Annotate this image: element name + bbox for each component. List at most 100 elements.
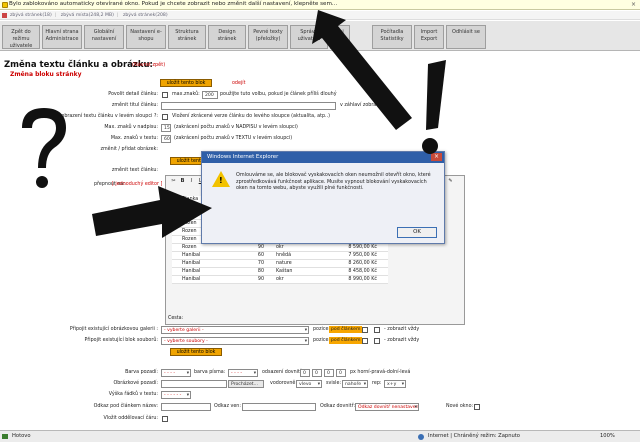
link-under-input[interactable] — [161, 403, 211, 411]
browse-button[interactable]: Procházet... — [228, 380, 264, 388]
max-text-input[interactable]: 60 — [161, 135, 171, 143]
done-icon — [2, 434, 8, 439]
gallery-pos-toggle[interactable] — [362, 327, 368, 333]
left-col-checkbox[interactable] — [162, 114, 168, 120]
admin-nav: Zpět do režimu uživatele Hlavní strana A… — [0, 21, 640, 51]
nav-global-settings[interactable]: Globální nastavení — [84, 25, 124, 49]
dialog-ok-button[interactable]: OK — [397, 227, 437, 238]
nav-user-management[interactable]: Správa uživatelů — [290, 25, 328, 49]
nav-fixed-texts[interactable]: Pevné texty (přeložky) — [248, 25, 288, 49]
popup-blocked-info-bar[interactable]: Bylo zablokováno automaticky otevírané o… — [0, 0, 640, 10]
table-cell: Hanibal — [182, 269, 201, 274]
nav-eshop-settings[interactable]: Nastavení e-shopu — [126, 25, 166, 49]
cut-icon[interactable]: ✂ — [170, 178, 177, 185]
padding-left-input[interactable]: 0 — [336, 369, 346, 377]
max-chars-input[interactable]: 200 — [202, 91, 218, 99]
rep-select[interactable]: x+y — [384, 380, 406, 388]
nav-counters-stats[interactable]: Počítadla Statistiky — [372, 25, 412, 49]
table-cell: Kaštan — [276, 269, 293, 274]
table-row: Hanibal 80 Kaštan 8 458,00 Kč — [172, 268, 388, 276]
file-label: Připojit existující blok souborů: — [84, 338, 158, 343]
detail-checkbox[interactable] — [162, 92, 168, 98]
file-select[interactable]: - vyberte soubory - — [161, 337, 309, 345]
bg-color-select[interactable]: - - - - — [161, 369, 191, 377]
file-always-checkbox[interactable] — [374, 338, 380, 344]
table-cell: okr — [276, 245, 284, 250]
ie-dialog: Windows Internet Explorer × ! Omlouváme … — [201, 151, 445, 244]
max-title-input[interactable]: 15 — [161, 124, 171, 132]
file-always-label: - zobrazit vždy — [384, 338, 420, 343]
zone-text[interactable]: Internet | Chráněný režim: Zapnuto — [428, 431, 520, 442]
link-url-label: Odkaz ven: — [214, 404, 241, 409]
nav-page-structure[interactable]: Struktura stránek — [168, 25, 206, 49]
save-block-button[interactable]: uložit tento blok — [160, 79, 212, 87]
nav-admin-home[interactable]: Hlavní strana Administrace — [42, 25, 82, 49]
title-input[interactable] — [161, 102, 336, 110]
new-window-checkbox[interactable] — [474, 404, 480, 410]
spellcheck-icon[interactable]: ✎ — [447, 178, 454, 185]
nav-page-design[interactable]: Design stránek — [208, 25, 246, 49]
row-height-label: Výška řádků v textu: — [108, 392, 158, 397]
padding-bottom-input[interactable]: 0 — [324, 369, 334, 377]
detail-label: Povolit detail článku: — [108, 92, 158, 97]
gallery-always-checkbox[interactable] — [374, 327, 380, 333]
nav-partial[interactable]: kni — [330, 25, 350, 49]
left-col-label: zobrazení textu článku v levém sloupci ?… — [58, 114, 158, 119]
table-cell: Hanibal — [182, 261, 201, 266]
site-icon — [2, 13, 7, 18]
vert-select[interactable]: nahoře — [342, 380, 368, 388]
font-color-label: barva písma: — [194, 370, 226, 375]
dialog-message: Omlouváme se, ale blokovač vyskakovacích… — [236, 172, 431, 191]
image-label: změnit / přidat obrázek: — [100, 147, 158, 152]
section-title: Změna bloku stránky — [10, 71, 82, 78]
max-text-label: Max. znaků v textu: — [110, 136, 158, 141]
close-icon[interactable]: × — [631, 0, 636, 9]
table-cell: hnědá — [276, 253, 292, 258]
nav-logout[interactable]: Odhlásit se — [446, 25, 486, 49]
img-bg-input[interactable] — [161, 380, 227, 388]
nav-back-to-user-mode[interactable]: Zpět do režimu uživatele — [2, 25, 40, 49]
leave-link[interactable]: odejít — [232, 81, 245, 86]
table-cell: Rozen — [182, 237, 197, 242]
table-cell: Blanka — [182, 213, 199, 218]
link-url-input[interactable] — [242, 403, 316, 411]
table-cell: Rozen — [182, 229, 197, 234]
sep-line-checkbox[interactable] — [162, 416, 168, 422]
padding-hint: px horní-pravá-dolní-levá — [350, 370, 411, 375]
sep-line-label: Vložit oddělovací čáru: — [103, 416, 158, 421]
file-pos-value[interactable]: pod článkem — [329, 337, 363, 344]
globe-icon — [418, 434, 424, 440]
padding-top-input[interactable]: 0 — [300, 369, 310, 377]
info-bar-message[interactable]: Bylo zablokováno automaticky otevírané o… — [9, 1, 337, 7]
table-cell: Blanka — [182, 197, 199, 202]
horiz-select[interactable]: vlevo — [296, 380, 322, 388]
link-under-label: Odkaz pod článkem název: — [93, 404, 158, 409]
gallery-select[interactable]: - vyberte galerii - — [161, 326, 309, 334]
row-height-select[interactable]: - - - - - - — [161, 391, 191, 399]
padding-right-input[interactable]: 0 — [312, 369, 322, 377]
zoom-level[interactable]: 100% — [600, 431, 615, 442]
quota-item: zbývá místa(248,2 MB) — [60, 13, 114, 18]
simple-editor-link[interactable]: [ jednoduchý editor ] — [112, 182, 162, 187]
max-chars-label: max.znaků: — [172, 92, 200, 97]
gallery-pos-label: pozice: — [313, 327, 331, 332]
bold-icon[interactable]: B — [179, 178, 186, 185]
rep-label: rep: — [372, 381, 382, 386]
table-cell: 8 590,00 Kč — [348, 245, 377, 250]
table-cell: 70 — [257, 261, 264, 266]
table-cell: Rozen — [182, 245, 197, 250]
gallery-pos-value[interactable]: pod článkem — [329, 326, 363, 333]
italic-icon[interactable]: I — [188, 178, 195, 185]
link-in-select[interactable]: Odkaz dovnitř nenastaven — [355, 403, 419, 411]
table-cell: 7 950,00 Kč — [348, 253, 377, 258]
editor-path-label: Cesta: — [168, 316, 184, 321]
nav-import-export[interactable]: Import Export — [414, 25, 444, 49]
back-link[interactable]: (Návrat zpět) — [132, 62, 165, 68]
max-title-label: Max. znaků v nadpisu: — [104, 125, 158, 130]
dialog-close-icon[interactable]: × — [431, 153, 442, 161]
file-pos-toggle[interactable] — [362, 338, 368, 344]
table-cell: 90 — [257, 245, 264, 250]
font-color-select[interactable]: - - - - — [228, 369, 258, 377]
save-block-button-3[interactable]: uložit tento blok — [170, 348, 222, 356]
table-row: Hanibal 90 okr 8 990,00 Kč — [172, 276, 388, 284]
